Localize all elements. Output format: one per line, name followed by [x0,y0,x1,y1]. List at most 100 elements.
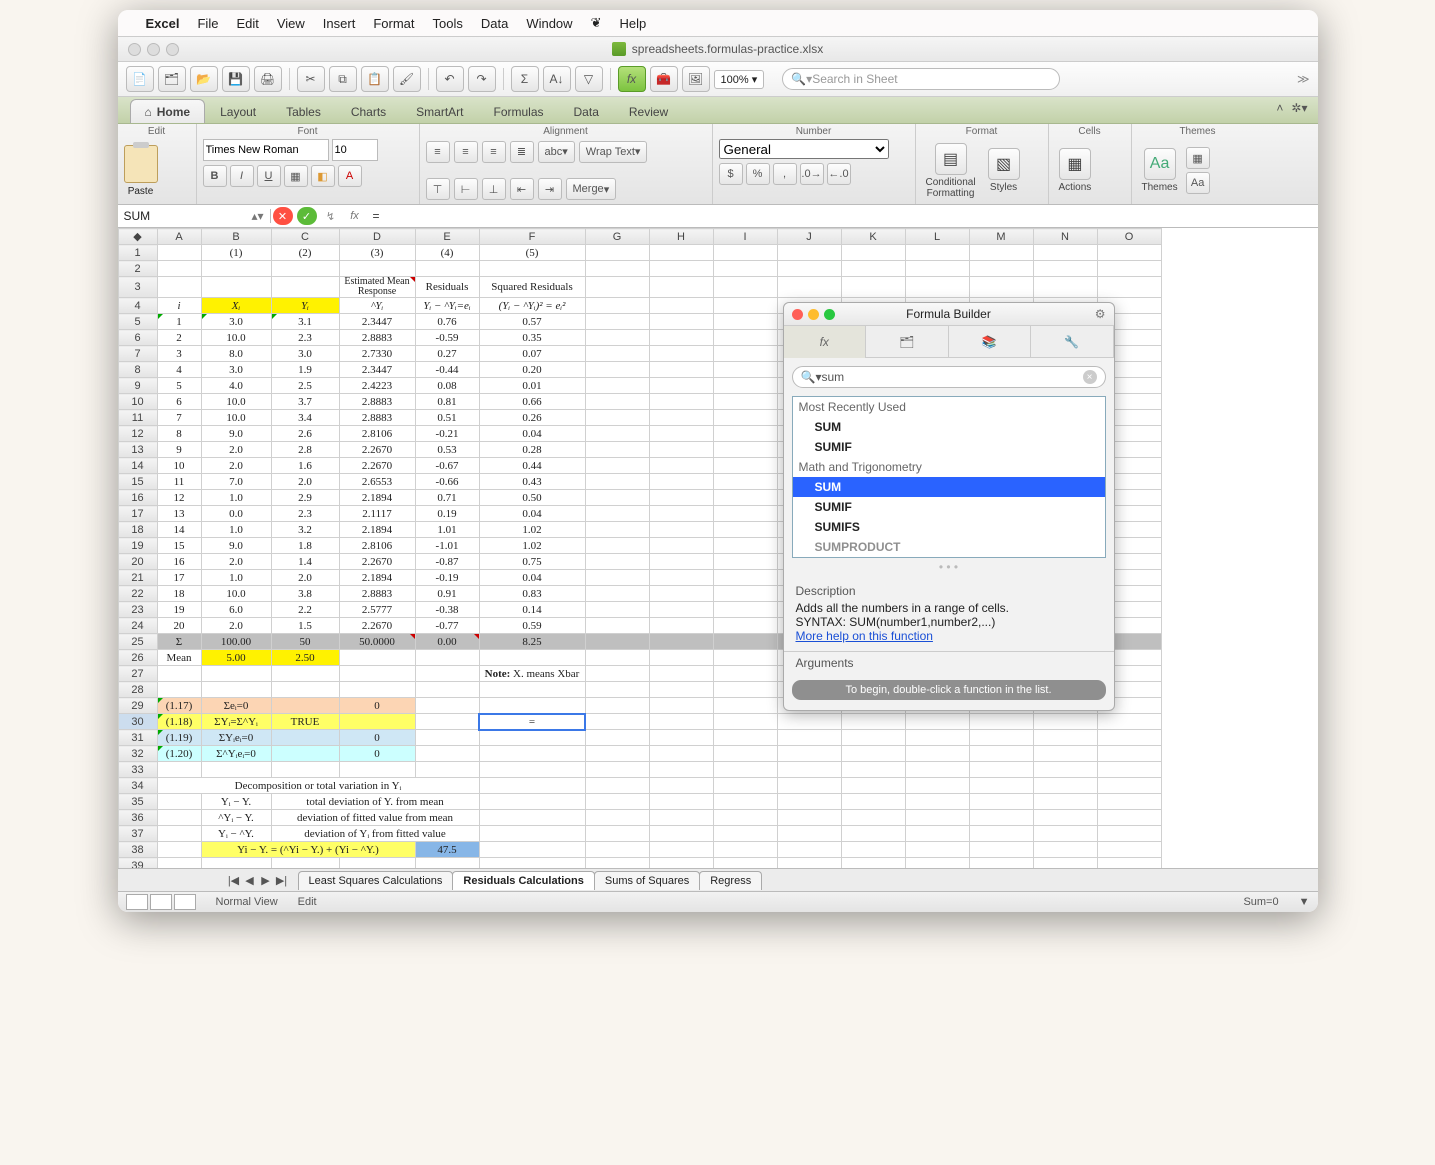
clear-search-icon[interactable]: × [1083,370,1097,384]
number-format-select[interactable]: General [719,139,889,159]
tab-data[interactable]: Data [559,99,614,123]
app-name[interactable]: Excel [146,16,180,31]
new-workbook-icon[interactable]: 📄 [126,66,154,92]
ribbon-settings-icon[interactable]: ✲▾ [1291,101,1307,115]
tab-layout[interactable]: Layout [205,99,271,123]
menu-edit[interactable]: Edit [236,16,258,31]
open-icon[interactable]: 📂 [190,66,218,92]
decrease-decimal-icon[interactable]: ←.0 [827,163,851,185]
page-break-view-icon[interactable] [174,894,196,910]
percent-button[interactable]: % [746,163,770,185]
function-item[interactable]: SUMIF [793,437,1105,457]
name-box[interactable]: SUM▴▾ [118,209,271,223]
tab-tables[interactable]: Tables [271,99,336,123]
align-center-icon[interactable]: ≡ [454,141,478,163]
menu-file[interactable]: File [197,16,218,31]
font-color-button[interactable]: A [338,165,362,187]
column-header[interactable]: N [1033,229,1097,245]
sheet-nav-prev-icon[interactable]: ◀ [242,874,258,887]
tab-smartart[interactable]: SmartArt [401,99,478,123]
redo-icon[interactable]: ↷ [468,66,496,92]
column-header[interactable]: C [271,229,339,245]
menu-format[interactable]: Format [373,16,414,31]
undo-icon[interactable]: ↶ [436,66,464,92]
column-header[interactable]: E [415,229,479,245]
sort-icon[interactable]: A↓ [543,66,571,92]
themes-button[interactable]: AaThemes [1138,148,1182,193]
normal-view-icon[interactable] [126,894,148,910]
toolbox-icon[interactable]: 🧰 [650,66,678,92]
copy-icon[interactable]: ⧉ [329,66,357,92]
tab-formulas[interactable]: Formulas [479,99,559,123]
column-header[interactable]: F [479,229,585,245]
filter-icon[interactable]: ▽ [575,66,603,92]
sheet-tab[interactable]: Sums of Squares [594,871,700,890]
panel-settings-icon[interactable]: ⚙ [1095,307,1106,321]
align-bottom-icon[interactable]: ⊥ [482,178,506,200]
panel-tab-scrapbook-icon[interactable]: 🗂 [866,326,949,358]
more-help-link[interactable]: More help on this function [796,629,933,643]
cut-icon[interactable]: ✂ [297,66,325,92]
page-layout-view-icon[interactable] [150,894,172,910]
column-header[interactable]: H [649,229,713,245]
media-browser-icon[interactable]: 🖼 [682,66,710,92]
fx-icon[interactable]: fx [345,207,365,225]
tab-charts[interactable]: Charts [336,99,401,123]
save-icon[interactable]: 💾 [222,66,250,92]
column-header[interactable]: O [1097,229,1161,245]
fill-color-button[interactable]: ◧ [311,165,335,187]
sheet-nav-next-icon[interactable]: ▶ [258,874,274,887]
confirm-formula-icon[interactable]: ✓ [297,207,317,225]
function-item[interactable]: SUMPRODUCT [793,537,1105,557]
function-item[interactable]: SUM [793,417,1105,437]
theme-fonts-icon[interactable]: Aa [1186,172,1210,194]
function-item[interactable]: SUMIF [793,497,1105,517]
menu-tools[interactable]: Tools [432,16,462,31]
align-justify-icon[interactable]: ≣ [510,141,534,163]
traffic-zoom-icon[interactable] [166,43,179,56]
column-header[interactable]: D [339,229,415,245]
status-sum[interactable]: Sum=0 [1243,896,1278,908]
styles-button[interactable]: ▧Styles [984,148,1024,193]
column-header[interactable]: G [585,229,649,245]
align-top-icon[interactable]: ⊤ [426,178,450,200]
zoom-dropdown[interactable]: 100% ▾ [714,70,765,89]
wrap-text-button[interactable]: Wrap Text ▾ [579,141,648,163]
column-header[interactable]: K [841,229,905,245]
column-header[interactable]: I [713,229,777,245]
sheet-nav-first-icon[interactable]: |◀ [226,874,242,887]
active-cell[interactable]: = [479,714,585,730]
merge-button[interactable]: Merge ▾ [566,178,617,200]
panel-tab-settings-icon[interactable]: 🔧 [1031,326,1114,358]
script-menu-icon[interactable]: ❦ [591,15,602,31]
column-header[interactable]: B [201,229,271,245]
bold-button[interactable]: B [203,165,227,187]
sheet-nav-last-icon[interactable]: ▶| [274,874,290,887]
sheet-tab[interactable]: Residuals Calculations [452,871,594,890]
menu-view[interactable]: View [277,16,305,31]
spreadsheet-grid[interactable]: ◆ABCDEFGHIJKLMNO1(1)(2)(3)(4)(5)23Estima… [118,228,1318,868]
status-dropdown-icon[interactable]: ▼ [1299,896,1310,908]
border-button[interactable]: ▦ [284,165,308,187]
actions-button[interactable]: ▦Actions [1055,148,1096,193]
traffic-minimize-icon[interactable] [147,43,160,56]
theme-colors-icon[interactable]: ▦ [1186,147,1210,169]
menu-window[interactable]: Window [526,16,572,31]
italic-button[interactable]: I [230,165,254,187]
autosum-icon[interactable]: Σ [511,66,539,92]
panel-tab-reference-icon[interactable]: 📚 [949,326,1032,358]
formula-input[interactable]: = [367,209,1318,223]
function-item[interactable]: SUMIFS [793,517,1105,537]
decrease-indent-icon[interactable]: ⇤ [510,178,534,200]
function-item-selected[interactable]: SUM [793,477,1105,497]
comma-button[interactable]: , [773,163,797,185]
panel-close-icon[interactable] [792,309,803,320]
print-icon[interactable]: 🖨 [254,66,282,92]
currency-button[interactable]: $ [719,163,743,185]
expand-toolbar-icon[interactable]: ≫ [1297,72,1310,86]
menu-help[interactable]: Help [619,16,646,31]
increase-decimal-icon[interactable]: .0→ [800,163,824,185]
align-left-icon[interactable]: ≡ [426,141,450,163]
search-sheet-input[interactable]: 🔍▾ Search in Sheet [782,68,1060,90]
align-right-icon[interactable]: ≡ [482,141,506,163]
